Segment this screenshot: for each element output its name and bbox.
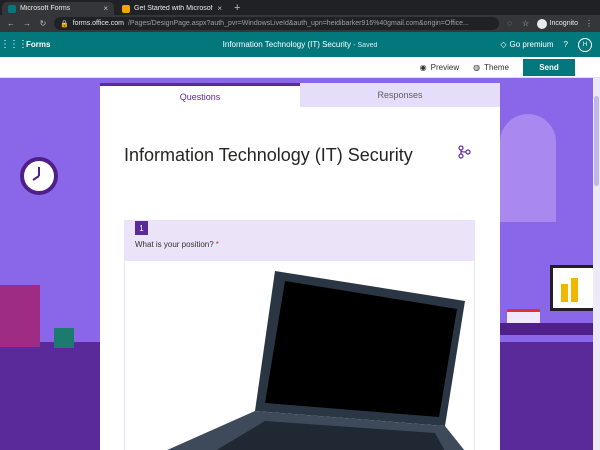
question-label: What is your position? — [135, 240, 214, 249]
save-status: - Saved — [353, 42, 378, 49]
plant-illustration — [54, 328, 74, 348]
go-premium-label: Go premium — [509, 40, 554, 49]
tab-questions[interactable]: Questions — [100, 83, 300, 107]
question-text[interactable]: What is your position? * — [135, 240, 219, 249]
eye-icon: ◉ — [419, 62, 427, 72]
required-marker: * — [215, 240, 219, 249]
scrollbar-thumb[interactable] — [594, 96, 599, 186]
forms-favicon-icon — [8, 4, 16, 13]
browser-tab-strip: Microsoft Forms × Get Started with Micro… — [0, 0, 600, 15]
new-tab-button[interactable]: + — [234, 2, 240, 14]
command-bar: ◉ Preview ◍ Theme Send — [0, 57, 600, 78]
clock-illustration — [20, 157, 58, 195]
preview-button[interactable]: ◉ Preview — [420, 63, 459, 72]
laptop-image — [167, 271, 465, 450]
address-bar[interactable]: 🔒 forms.office.com/Pages/DesignPage.aspx… — [54, 17, 499, 30]
form-card: Questions Responses Information Technolo… — [100, 83, 500, 450]
branch-icon[interactable] — [457, 145, 471, 159]
theme-button[interactable]: ◍ Theme — [473, 63, 509, 72]
clock-hands-icon — [32, 167, 40, 181]
incognito-icon — [536, 18, 547, 29]
theme-label: Theme — [484, 62, 509, 72]
star-icon[interactable]: ☆ — [521, 19, 531, 28]
reload-icon[interactable]: ↻ — [38, 19, 48, 28]
preview-label: Preview — [430, 62, 460, 72]
help-icon[interactable]: ? — [564, 40, 568, 49]
books-illustration — [507, 309, 540, 323]
browser-tab-title: Get Started with Microsof — [134, 5, 213, 12]
url-host: forms.office.com — [72, 20, 124, 27]
app-launcher-icon[interactable]: ⋮⋮⋮ — [0, 39, 28, 50]
url-path: /Pages/DesignPage.aspx?auth_pvr=WindowsL… — [127, 20, 469, 27]
question-header: 1 What is your position? * — [125, 221, 474, 261]
forward-icon[interactable]: → — [22, 19, 32, 28]
monitor-illustration — [550, 265, 596, 311]
cabinet-illustration — [0, 285, 40, 347]
tab-responses[interactable]: Responses — [300, 83, 500, 107]
close-tab-icon[interactable]: × — [217, 4, 222, 13]
browser-tab-forms[interactable]: Microsoft Forms × — [2, 2, 114, 15]
forms-app-bar: ⋮⋮⋮ Forms Information Technology (IT) Se… — [0, 32, 600, 57]
browser-toolbar: ← → ↻ 🔒 forms.office.com/Pages/DesignPag… — [0, 15, 600, 32]
document-title-text: Information Technology (IT) Security — [222, 40, 351, 49]
app-name[interactable]: Forms — [26, 40, 50, 49]
back-icon[interactable]: ← — [6, 19, 16, 28]
incognito-label: Incognito — [549, 20, 578, 27]
avatar[interactable]: H — [578, 37, 592, 52]
window-illustration — [500, 114, 556, 222]
office-favicon-icon — [122, 4, 130, 13]
close-tab-icon[interactable]: × — [103, 4, 108, 13]
form-tabs: Questions Responses — [100, 83, 500, 107]
question-number: 1 — [135, 221, 148, 235]
go-premium-button[interactable]: ◇ Go premium — [500, 40, 553, 49]
desk-illustration — [500, 323, 600, 335]
question-card[interactable]: 1 What is your position? * — [124, 220, 475, 450]
palette-icon: ◍ — [473, 62, 481, 72]
incognito-indicator[interactable]: Incognito — [536, 18, 578, 29]
more-menu-icon[interactable]: ⋮ — [584, 19, 594, 28]
browser-tab-get-started[interactable]: Get Started with Microsof × — [116, 2, 228, 15]
form-title[interactable]: Information Technology (IT) Security — [124, 145, 413, 166]
eye-off-icon[interactable]: ◌ — [505, 19, 515, 28]
lock-icon: 🔒 — [60, 20, 69, 28]
diamond-icon: ◇ — [500, 40, 507, 49]
bar-graphic-icon — [561, 278, 578, 302]
browser-tab-title: Microsoft Forms — [20, 5, 71, 12]
send-button[interactable]: Send — [523, 58, 575, 76]
